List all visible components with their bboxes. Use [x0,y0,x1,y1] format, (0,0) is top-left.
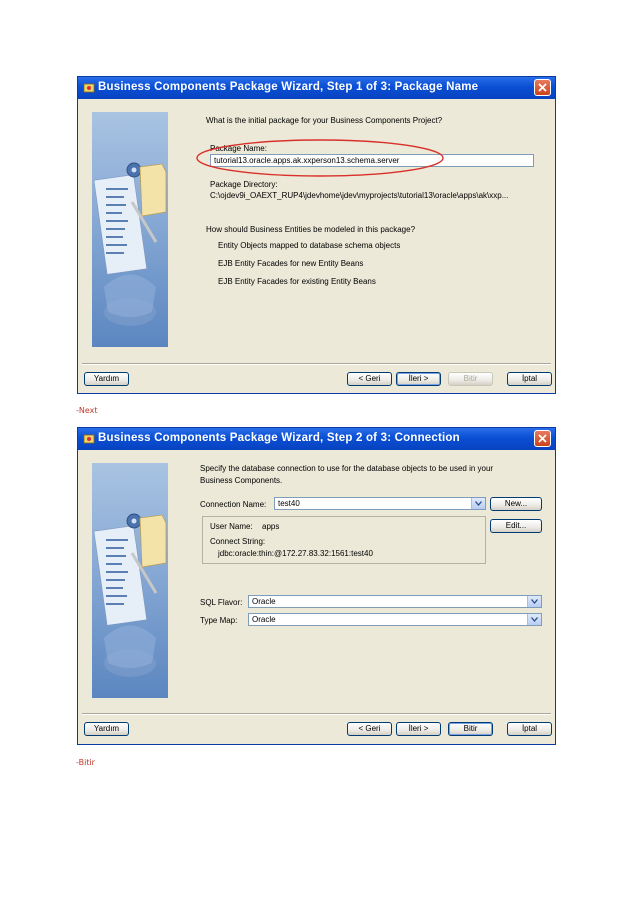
type-map-dropdown-button[interactable] [527,614,541,625]
chevron-down-icon [531,599,538,604]
cancel-button[interactable]: İptal [507,372,552,386]
sql-flavor-select[interactable]: Oracle [248,595,542,608]
gear-icon [126,162,142,178]
close-icon [538,434,547,443]
user-name-label: User Name: [210,522,253,531]
close-icon [538,83,547,92]
cancel-button[interactable]: İptal [507,722,552,736]
finish-button[interactable]: Bitir [448,722,493,736]
connection-dropdown-button[interactable] [471,498,485,509]
divider [82,363,551,365]
connection-name-select[interactable]: test40 [274,497,486,510]
option-ejb-new[interactable]: EJB Entity Facades for new Entity Beans [218,259,363,268]
back-button[interactable]: < Geri [347,372,392,386]
folder-icon [139,163,167,217]
divider [82,713,551,715]
type-map-select[interactable]: Oracle [248,613,542,626]
connect-string-label: Connect String: [210,537,266,546]
chevron-down-icon [475,501,482,506]
close-button[interactable] [534,430,551,447]
wizard-app-icon [83,83,95,93]
title-bar[interactable]: Business Components Package Wizard, Step… [78,428,555,450]
help-button[interactable]: Yardım [84,372,129,386]
next-button[interactable]: İleri > [396,722,441,736]
wizard-dialog-step1: Business Components Package Wizard, Step… [77,76,556,394]
wizard-side-image [92,112,168,347]
window-title: Business Components Package Wizard, Step… [98,81,479,93]
intro-line-1: Specify the database connection to use f… [200,464,494,473]
type-map-label: Type Map: [200,616,238,625]
new-connection-button[interactable]: New... [490,497,542,511]
entities-question: How should Business Entities be modeled … [206,225,416,234]
caption-next: -Next [76,406,98,415]
next-button[interactable]: İleri > [396,372,441,386]
help-button[interactable]: Yardım [84,722,129,736]
window-title: Business Components Package Wizard, Step… [98,432,460,444]
option-entity-objects[interactable]: Entity Objects mapped to database schema… [218,241,400,250]
wizard-side-image [92,463,168,698]
wizard-dialog-step2: Business Components Package Wizard, Step… [77,427,556,745]
gear-icon [126,513,142,529]
edit-connection-button[interactable]: Edit... [490,519,542,533]
highlight-ellipse [196,139,444,177]
intro-line-2: Business Components. [200,476,283,485]
wizard-app-icon [83,434,95,444]
sql-flavor-dropdown-button[interactable] [527,596,541,607]
folder-icon [139,514,167,568]
back-button[interactable]: < Geri [347,722,392,736]
option-ejb-existing[interactable]: EJB Entity Facades for existing Entity B… [218,277,376,286]
package-directory-value: C:\ojdev9i_OAEXT_RUP4\jdevhome\jdev\mypr… [210,191,509,200]
caption-finish: -Bitir [76,758,95,767]
connection-name-label: Connection Name: [200,500,267,509]
user-name-value: apps [262,522,280,531]
finish-button[interactable]: Bitir [448,372,493,386]
title-bar[interactable]: Business Components Package Wizard, Step… [78,77,555,99]
package-directory-label: Package Directory: [210,180,278,189]
connect-string-value: jdbc:oracle:thin:@172.27.83.32:1561:test… [218,549,373,558]
package-question: What is the initial package for your Bus… [206,116,443,125]
close-button[interactable] [534,79,551,96]
chevron-down-icon [531,617,538,622]
sql-flavor-label: SQL Flavor: [200,598,243,607]
